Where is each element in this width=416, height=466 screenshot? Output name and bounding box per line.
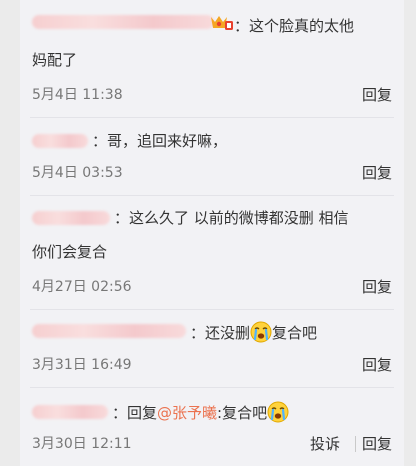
comment-text: :复合吧	[217, 404, 268, 422]
divider	[30, 309, 394, 310]
reply-button[interactable]: 回复	[362, 164, 392, 182]
comment-separator: ：	[190, 324, 206, 342]
comment-text: 复合吧	[272, 324, 318, 342]
blurred-username[interactable]	[32, 405, 108, 419]
divider	[30, 387, 394, 388]
comment-text: 哥，追回来好嘛，	[107, 132, 228, 150]
blurred-username[interactable]	[32, 324, 186, 338]
reply-button[interactable]: 回复	[362, 435, 392, 453]
comment-separator: ：	[114, 209, 130, 227]
blurred-username[interactable]	[32, 15, 214, 29]
blurred-username[interactable]	[32, 211, 110, 225]
crying-face-icon	[267, 401, 289, 423]
mention-link[interactable]: @张予曦	[157, 404, 217, 422]
action-separator	[355, 436, 356, 452]
comment-timestamp: 3月31日 16:49	[32, 357, 132, 373]
reply-prefix: 回复	[127, 404, 158, 422]
blurred-username[interactable]	[32, 134, 88, 148]
reply-button[interactable]: 回复	[362, 356, 392, 374]
comment-timestamp: 4月27日 02:56	[32, 279, 132, 295]
comment-text-continued: 你们会复合	[32, 243, 108, 261]
crying-face-icon	[250, 321, 272, 343]
reply-button[interactable]: 回复	[362, 86, 392, 104]
comment-list: ：这个脸真的太他 妈配了 5月4日 11:38 回复 ：哥，追回来好嘛， 5月4…	[20, 0, 404, 466]
reply-button[interactable]: 回复	[362, 278, 392, 296]
vip-badge-icon	[211, 16, 233, 30]
comment-text: 这个脸真的太他	[249, 17, 355, 35]
comment-timestamp: 3月30日 12:11	[32, 436, 132, 452]
report-button[interactable]: 投诉	[310, 435, 340, 453]
comment-timestamp: 5月4日 11:38	[32, 87, 123, 103]
comment-separator: ：	[234, 17, 250, 35]
comment-separator: ：	[112, 404, 128, 422]
comment-separator: ：	[92, 132, 108, 150]
comment-text-continued: 妈配了	[32, 51, 78, 69]
comment-text: 这么久了 以前的微博都没删 相信	[129, 209, 349, 227]
divider	[30, 117, 394, 118]
divider	[30, 195, 394, 196]
comment-timestamp: 5月4日 03:53	[32, 165, 123, 181]
comment-text: 还没删	[205, 324, 251, 342]
